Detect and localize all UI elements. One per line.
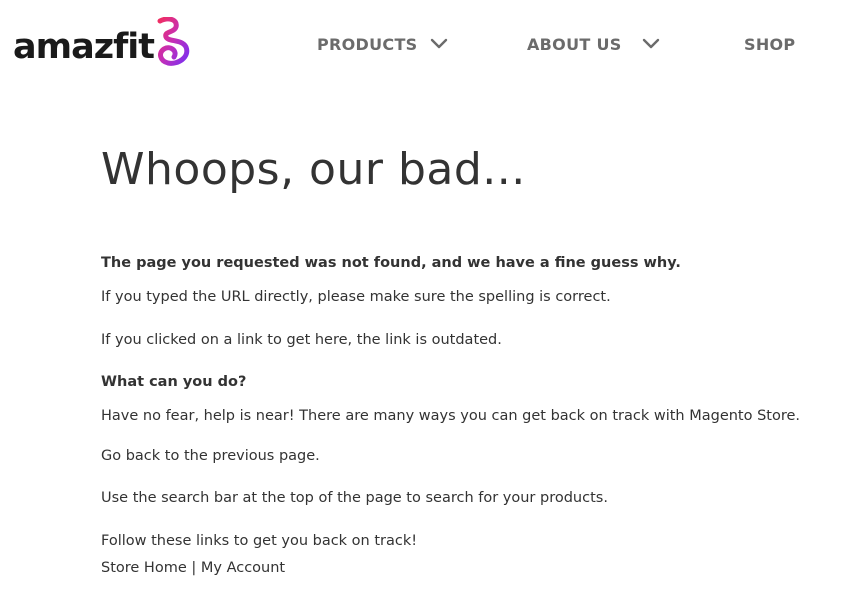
search-tip-text: Use the search bar at the top of the pag…	[101, 490, 608, 506]
go-back-text: Go back to the previous page.	[101, 448, 320, 464]
reason-typed-url: If you typed the URL directly, please ma…	[101, 289, 611, 305]
my-account-link[interactable]: My Account	[201, 560, 285, 576]
nav-item-products[interactable]: PRODUCTS	[317, 30, 448, 58]
site-header: amazfit PRODUCTS ABOUT US SHOP	[0, 0, 868, 90]
follow-links-text: Follow these links to get you back on tr…	[101, 533, 418, 549]
store-home-link[interactable]: Store Home	[101, 560, 187, 576]
reason-outdated-link: If you clicked on a link to get here, th…	[101, 332, 502, 348]
nav-item-label: SHOP	[744, 34, 796, 54]
help-text: Have no fear, help is near! There are ma…	[101, 408, 801, 424]
not-found-subtitle: The page you requested was not found, an…	[101, 255, 681, 271]
recovery-links: Store Home | My Account	[101, 560, 285, 576]
nav-item-shop[interactable]: SHOP	[744, 30, 795, 58]
not-found-content: Whoops, our bad... The page you requeste…	[101, 138, 861, 576]
chevron-down-icon	[430, 38, 447, 49]
page-title: Whoops, our bad...	[101, 144, 526, 195]
nav-item-about-us[interactable]: ABOUT US	[527, 30, 660, 58]
chevron-down-icon	[642, 38, 659, 49]
link-separator: |	[186, 560, 201, 576]
help-heading: What can you do?	[101, 374, 247, 390]
nav-item-label: PRODUCTS	[317, 34, 418, 54]
nav-item-label: ABOUT US	[527, 34, 622, 54]
main-nav: PRODUCTS ABOUT US SHOP	[0, 30, 868, 58]
